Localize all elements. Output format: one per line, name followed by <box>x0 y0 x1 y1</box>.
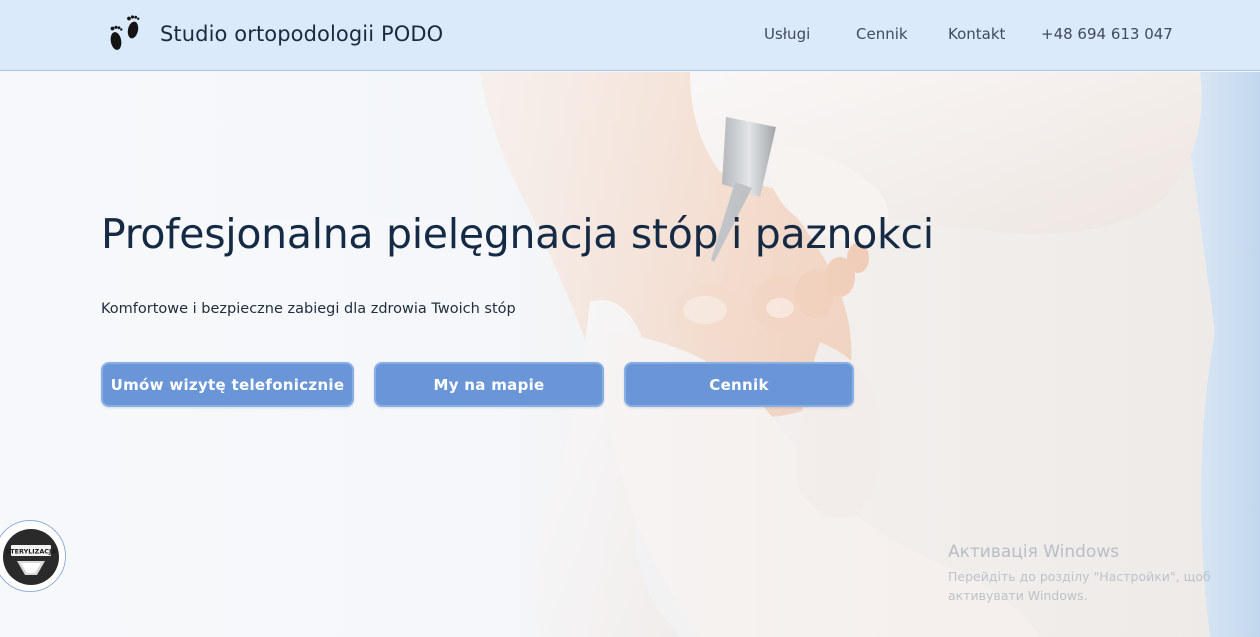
nav-phone-link[interactable]: +48 694 613 047 <box>1041 25 1173 43</box>
nav-cennik[interactable]: Cennik <box>856 25 908 43</box>
nav-uslugi[interactable]: Usługi <box>764 25 810 43</box>
hero-subline: Komfortowe i bezpieczne zabiegi dla zdro… <box>101 301 516 317</box>
site-header: Studio ortopodologii PODO Usługi Cennik … <box>0 0 1260 71</box>
windows-activation-title: Активація Windows <box>948 542 1120 562</box>
badge-label: STERYLIZACJA <box>6 548 57 556</box>
hero-headline: Profesjonalna pielęgnacja stóp i paznokc… <box>101 210 934 258</box>
map-button[interactable]: My na mapie <box>374 362 604 407</box>
page: Studio ortopodologii PODO Usługi Cennik … <box>0 0 1260 637</box>
windows-activation-subtitle: Перейдіть до розділу "Настройки", щоб ак… <box>948 569 1211 603</box>
main-nav: Usługi Cennik Kontakt +48 694 613 047 <box>0 25 1260 47</box>
nav-kontakt[interactable]: Kontakt <box>948 25 1005 43</box>
call-button[interactable]: Umów wizytę telefonicznie <box>101 362 354 407</box>
pricing-button[interactable]: Cennik <box>624 362 854 407</box>
